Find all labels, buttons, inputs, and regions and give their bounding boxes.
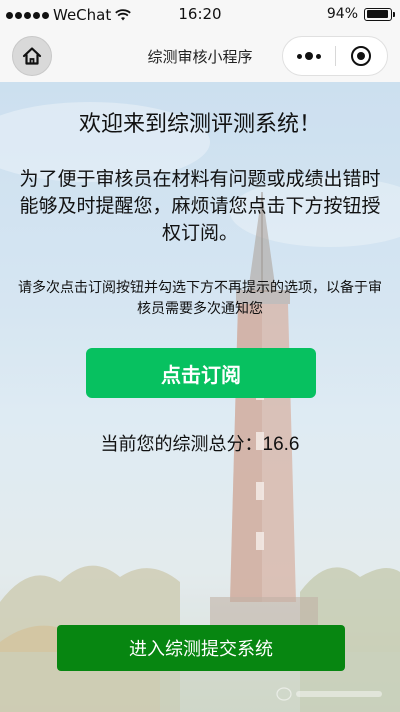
nav-bar: 综测审核小程序 — [0, 30, 400, 82]
status-bar: WeChat 16:20 94% — [0, 0, 400, 30]
enter-submission-button[interactable]: 进入综测提交系统 — [57, 625, 345, 671]
wifi-icon — [115, 9, 132, 21]
score-label: 当前您的综测总分： — [100, 434, 263, 455]
more-button[interactable] — [283, 37, 335, 75]
score-value: 16.6 — [262, 434, 300, 455]
subscribe-button[interactable]: 点击订阅 — [86, 348, 316, 398]
carrier-name: WeChat — [53, 6, 112, 24]
close-button[interactable] — [336, 37, 387, 75]
battery-percent: 94% — [326, 6, 358, 22]
battery-icon — [364, 7, 395, 21]
main-content: 欢迎来到综测评测系统！ 为了便于审核员在材料有问题或成绩出错时能够及时提醒您，麻… — [0, 82, 400, 712]
university-logo-watermark — [276, 687, 382, 701]
status-right: 94% — [326, 6, 395, 22]
score-line: 当前您的综测总分：16.6 — [0, 430, 400, 456]
signal-dots-icon — [6, 11, 49, 19]
target-close-icon — [351, 46, 372, 66]
subscribe-hint-text: 请多次点击订阅按钮并勾选下方不再提示的选项，以备于审核员需要多次通知您 — [18, 280, 382, 317]
status-left: WeChat — [6, 6, 132, 24]
more-dots-icon — [297, 52, 321, 60]
welcome-heading: 欢迎来到综测评测系统！ — [78, 112, 321, 137]
capsule-menu — [282, 36, 388, 76]
intro-text: 为了便于审核员在材料有问题或成绩出错时能够及时提醒您，麻烦请您点击下方按钮授权订… — [19, 168, 381, 244]
